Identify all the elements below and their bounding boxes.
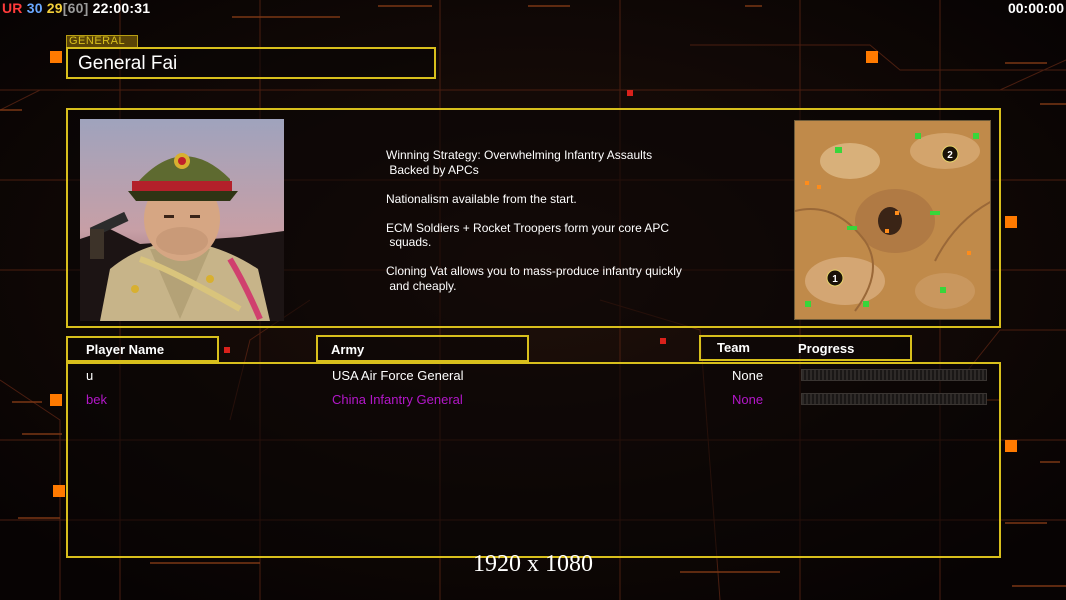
player-progress-bar — [801, 393, 987, 405]
strategy-line: Winning Strategy: Overwhelming Infantry … — [386, 148, 653, 177]
strategy-description: Winning Strategy: Overwhelming Infantry … — [386, 148, 726, 308]
start-position-1: 1 — [832, 274, 838, 285]
resolution-label: 1920 x 1080 — [473, 551, 593, 577]
player-progress-bar — [801, 369, 987, 381]
hud-stats: UR 30 29[60] 22:00:31 — [2, 0, 150, 16]
player-name: u — [86, 368, 94, 383]
army-header[interactable]: Army — [316, 335, 529, 362]
ur-value: 30 — [26, 0, 43, 16]
fps-value: 29 — [46, 0, 63, 16]
strategy-line: ECM Soldiers + Rocket Troopers form your… — [386, 220, 670, 250]
general-info-panel: Winning Strategy: Overwhelming Infantry … — [66, 108, 1001, 328]
general-portrait — [80, 119, 284, 321]
fps-cap: [60] — [62, 0, 89, 16]
strategy-line: Nationalism available from the start. — [386, 191, 577, 206]
team-header-label: Team — [717, 340, 750, 355]
player-army: China Infantry General — [332, 392, 463, 407]
player-team: None — [732, 368, 764, 383]
player-team: None — [732, 392, 764, 407]
general-name-box: General Fai — [66, 47, 436, 79]
progress-header-label: Progress — [798, 341, 855, 356]
player-name: bek — [86, 392, 107, 407]
clock: 22:00:31 — [92, 0, 151, 16]
player-army: USA Air Force General — [332, 368, 464, 383]
player-name-header[interactable]: Player Name — [66, 336, 219, 362]
general-name: General Fai — [78, 53, 178, 74]
player-name-header-label: Player Name — [86, 342, 165, 357]
ur-label: UR — [2, 0, 23, 16]
start-position-2: 2 — [947, 150, 953, 161]
strategy-line: Cloning Vat allows you to mass-produce i… — [386, 264, 682, 293]
army-header-label: Army — [331, 342, 365, 357]
team-progress-header[interactable]: Team Progress — [699, 335, 912, 361]
player-list: u USA Air Force General None bek China I… — [66, 362, 1001, 558]
game-timer: 00:00:00 — [1007, 0, 1064, 16]
map-preview: 2 1 — [794, 120, 991, 320]
